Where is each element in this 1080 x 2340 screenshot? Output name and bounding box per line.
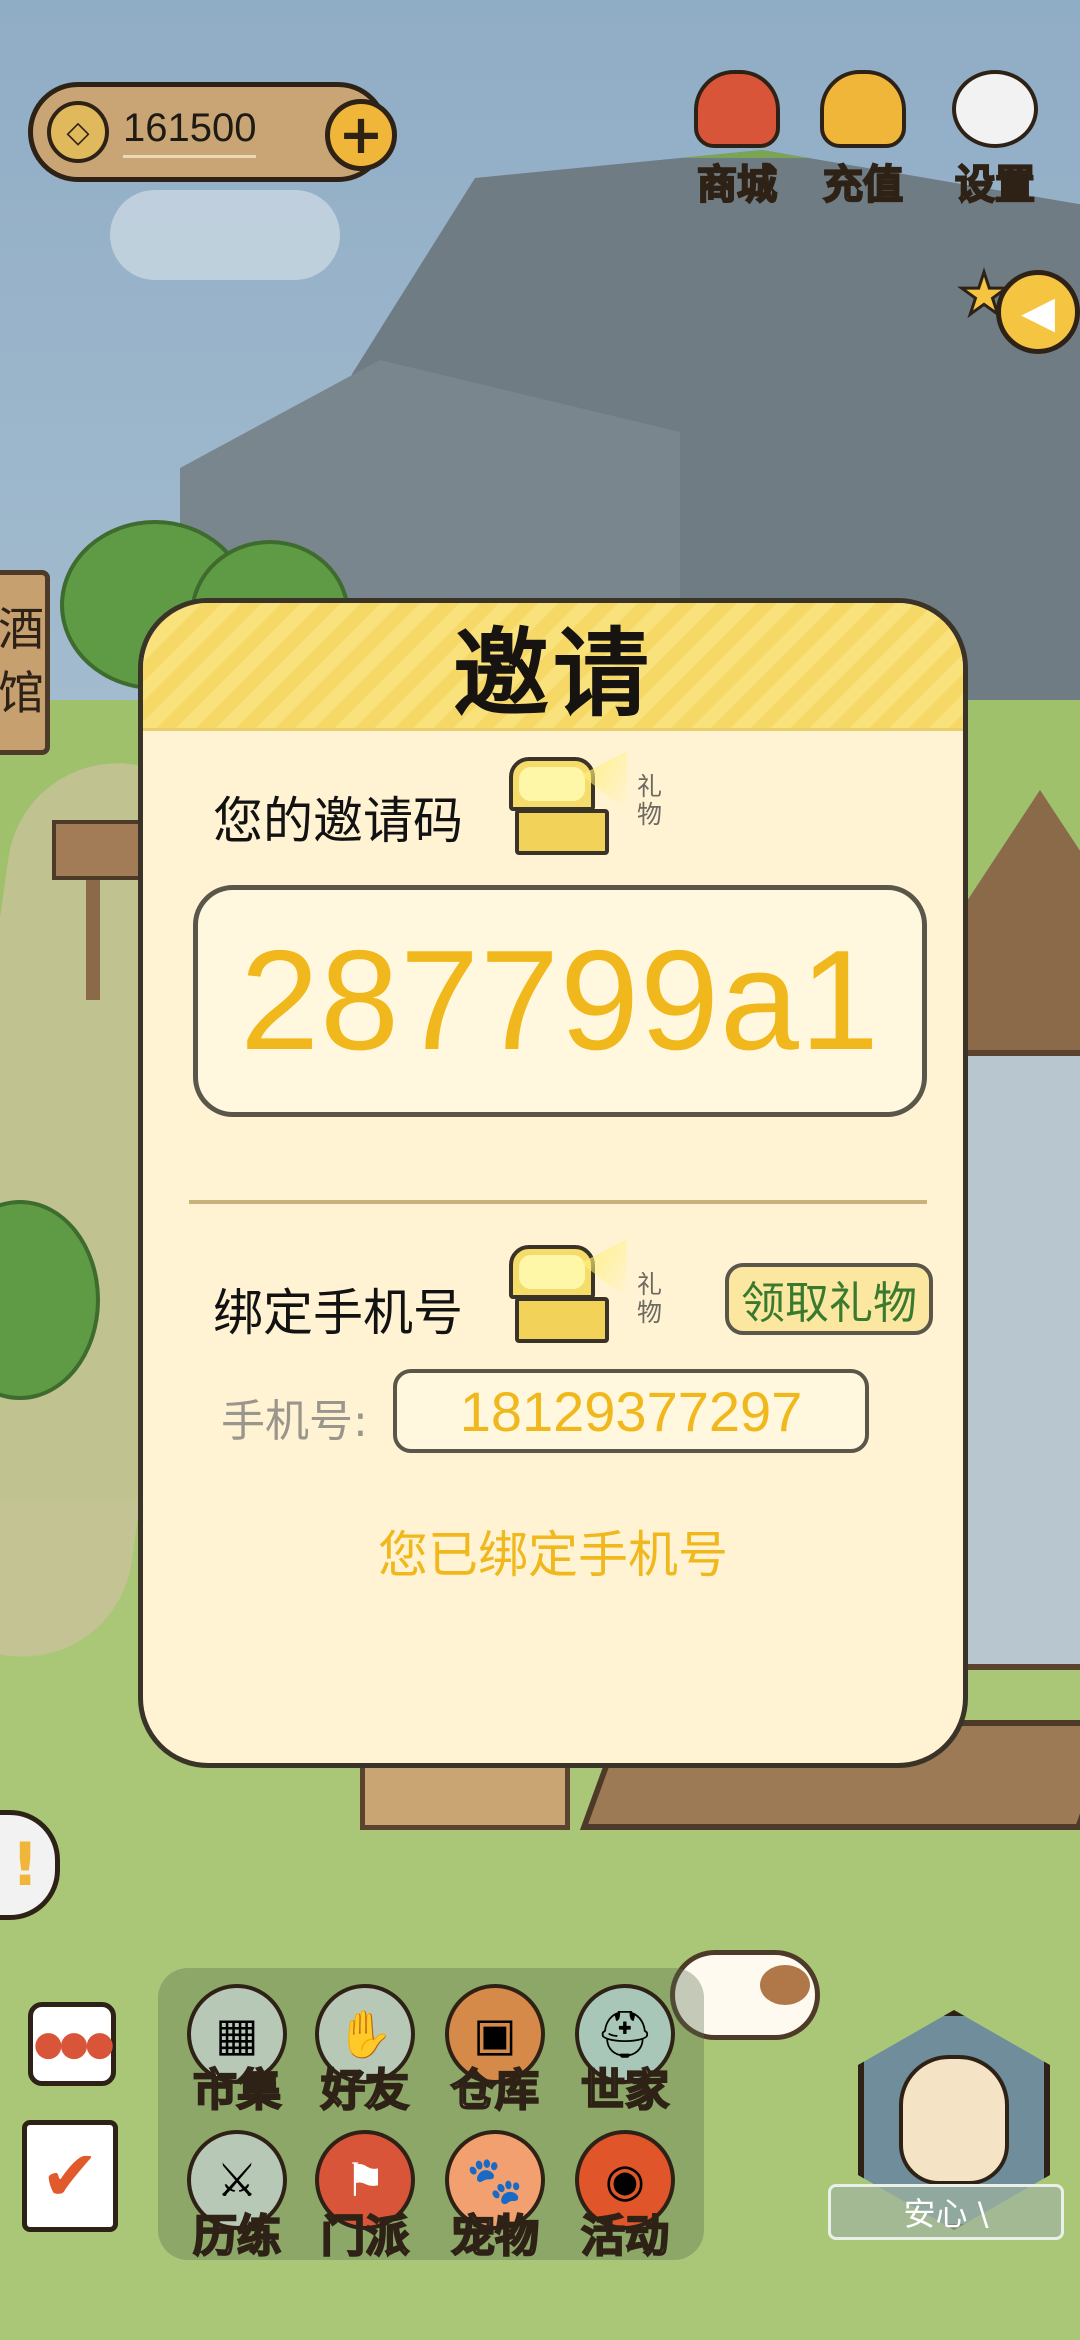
invite-code-label: 您的邀请码 [213,792,463,850]
cloud [110,190,340,280]
bind-phone-label: 绑定手机号 [213,1284,463,1342]
menu-market[interactable]: ▦ 市集 [172,1984,302,2124]
shop-bag-icon [694,70,780,148]
gold-ingot-icon [820,70,906,148]
coin-amount: 161500 [123,106,257,158]
menu-label: 活动 [580,2210,670,2263]
star-icon: ★ [957,259,1012,330]
menu-friends[interactable]: ✋ 好友 [300,1984,430,2124]
recharge-button[interactable]: 充值 [808,70,918,210]
menu-label: 门派 [320,2210,410,2263]
settings-label: 设置 [954,160,1036,209]
coin-icon: ◇ [47,101,109,163]
wooden-table [360,1760,570,1830]
task-checklist-button[interactable]: ✔ [22,2120,118,2232]
dialog-title: 邀请 [453,618,653,730]
gift-tag: 礼物 [637,772,663,829]
menu-sect[interactable]: ⚑ 门派 [300,2130,430,2270]
menu-label: 市集 [192,2064,282,2117]
coin-balance-bar: ◇ 161500 + [28,82,397,182]
shop-button[interactable]: 商城 [682,70,792,210]
menu-events[interactable]: ◉ 活动 [560,2130,690,2270]
character-mood-badge[interactable]: 安心 \ [828,2184,1064,2240]
divider [189,1200,927,1204]
chat-button[interactable]: ●●● [28,2002,116,2086]
collapse-panel-button[interactable]: ◀ ★ [957,259,1080,354]
shop-label: 商城 [696,160,778,209]
menu-label: 历练 [192,2210,282,2263]
gear-icon [952,70,1038,148]
tavern-sign[interactable]: 酒 馆 [0,570,50,755]
phone-number-value: 18129377297 [459,1379,803,1443]
claim-gift-button[interactable]: 领取礼物 [725,1263,933,1335]
menu-label: 仓库 [450,2064,540,2117]
phone-number-field[interactable]: 18129377297 [393,1369,869,1453]
menu-clan[interactable]: ⛑ 世家 [560,1984,690,2124]
settings-button[interactable]: 设置 [940,70,1050,210]
menu-label: 宠物 [450,2210,540,2263]
menu-label: 好友 [320,2064,410,2117]
gift-chest-icon[interactable] [505,1239,627,1347]
menu-warehouse[interactable]: ▣ 仓库 [430,1984,560,2124]
add-coins-button[interactable]: + [325,99,397,171]
avatar-face [899,2055,1009,2185]
sign-board [52,820,142,880]
dog-spot [760,1965,810,2005]
phone-field-label: 手机号: [221,1396,368,1447]
menu-pets[interactable]: 🐾 宠物 [430,2130,560,2270]
recharge-label: 充值 [822,160,904,209]
gift-chest-icon[interactable] [505,751,627,859]
menu-training[interactable]: ⚔ 历练 [172,2130,302,2270]
invite-dialog: 邀请 您的邀请码 礼物 287799a1 绑定手机号 礼物 领取礼物 手机号: … [138,598,968,1768]
invite-code-value: 287799a1 [240,921,880,1080]
dialog-header: 邀请 [143,603,963,731]
phone-bound-message: 您已绑定手机号 [378,1526,728,1584]
invite-code-box[interactable]: 287799a1 [193,885,927,1117]
gift-tag: 礼物 [637,1270,663,1327]
menu-label: 世家 [580,2064,670,2117]
